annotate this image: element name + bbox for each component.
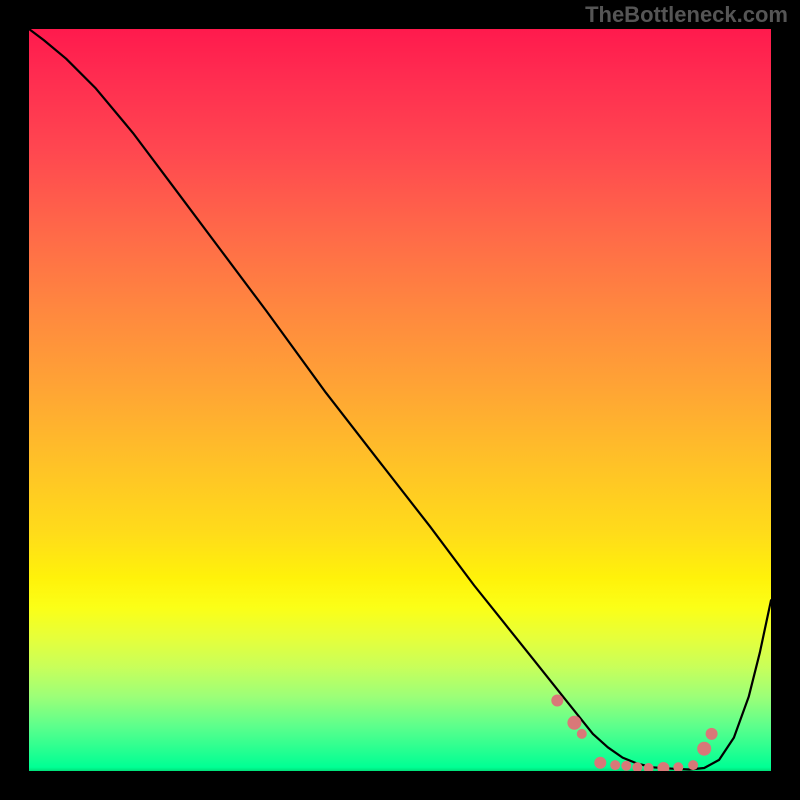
chart-marker — [657, 762, 669, 771]
chart-marker — [594, 757, 606, 769]
chart-marker — [697, 742, 711, 756]
chart-marker — [577, 729, 587, 739]
chart-marker — [621, 761, 631, 771]
chart-marker — [567, 716, 581, 730]
watermark-text: TheBottleneck.com — [585, 2, 788, 28]
chart-markers — [551, 695, 717, 772]
chart-curve — [29, 29, 771, 770]
chart-marker — [673, 762, 683, 771]
chart-marker — [644, 763, 654, 771]
chart-marker — [688, 760, 698, 770]
chart-plot-area — [29, 29, 771, 771]
chart-marker — [610, 760, 620, 770]
chart-marker — [551, 695, 563, 707]
chart-marker — [706, 728, 718, 740]
chart-overlay — [29, 29, 771, 771]
